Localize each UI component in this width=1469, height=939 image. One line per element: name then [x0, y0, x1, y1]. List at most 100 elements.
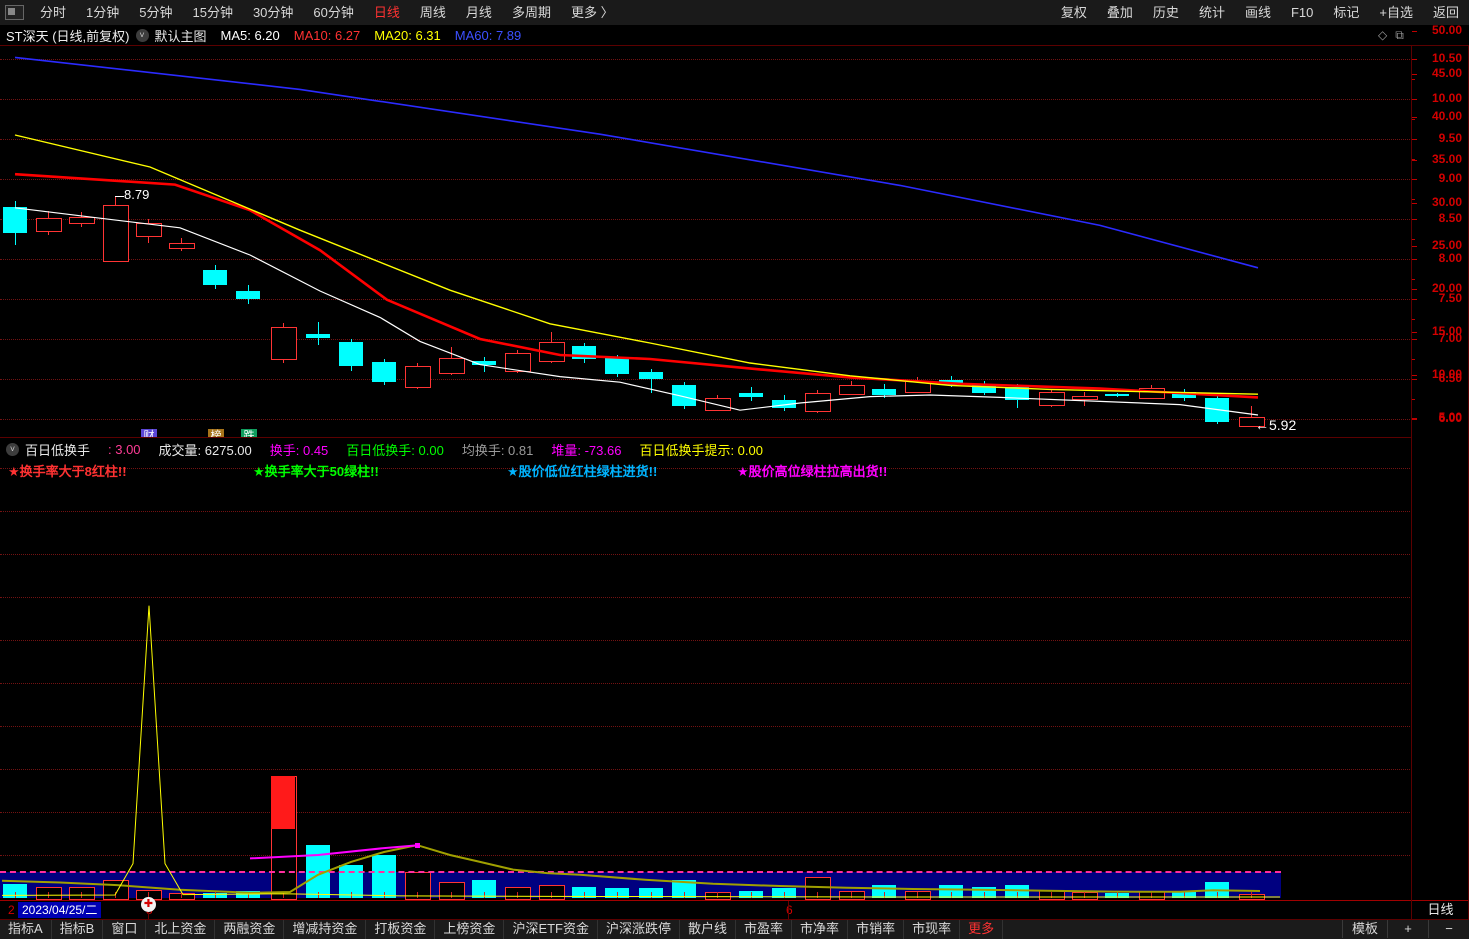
- price-gridline: [0, 219, 1412, 220]
- add-panel-button[interactable]: +: [1387, 920, 1428, 938]
- overlay-icon[interactable]: ⧉: [1395, 28, 1404, 43]
- period-item-15分钟[interactable]: 15分钟: [182, 0, 242, 25]
- chevron-down-icon[interactable]: ˅: [135, 28, 149, 42]
- price-tick-label: 10.00: [1431, 91, 1462, 105]
- turnover-bar: [1039, 890, 1065, 900]
- chart-lines: [1, 605, 1280, 898]
- tab-打板资金[interactable]: 打板资金: [366, 919, 436, 939]
- tab-增减持资金[interactable]: 增减持资金: [284, 919, 367, 939]
- action-F10[interactable]: F10: [1281, 0, 1323, 25]
- indicator-value-2: 换手: 0.45: [269, 442, 329, 458]
- period-item-周线[interactable]: 周线: [410, 0, 456, 25]
- x-axis-tick: [181, 892, 182, 898]
- month-marker-6: 6: [786, 903, 793, 917]
- peak-dot: [415, 843, 420, 849]
- ma-legend: MA5: 6.20 MA10: 6.27 MA20: 6.31 MA60: 7.89: [221, 25, 536, 45]
- action-叠加[interactable]: 叠加: [1097, 0, 1143, 25]
- period-item-5分钟[interactable]: 5分钟: [129, 0, 182, 25]
- turnover-bar: [169, 892, 195, 900]
- main-chart-label[interactable]: 默认主图: [155, 26, 207, 45]
- current-period-badge[interactable]: 日线: [1412, 901, 1469, 919]
- date-axis-bar[interactable]: 2023/04/25/二 256: [0, 901, 1412, 919]
- high-price-label: 8.79: [124, 186, 150, 202]
- price-tick-mark: [1412, 419, 1417, 420]
- x-axis-tick: [15, 892, 16, 898]
- period-item-多周期[interactable]: 多周期: [502, 0, 561, 25]
- turnover-tick-mark: [1412, 74, 1417, 75]
- tab-市销率[interactable]: 市销率: [848, 919, 905, 939]
- candle-body: [306, 334, 330, 339]
- period-item-更多 〉[interactable]: 更多 〉: [561, 0, 624, 25]
- action-历史[interactable]: 历史: [1143, 0, 1189, 25]
- period-item-分时[interactable]: 分时: [30, 0, 76, 25]
- x-axis-tick: [551, 892, 552, 898]
- tab-上榜资金[interactable]: 上榜资金: [435, 919, 505, 939]
- price-minor-tick: [1412, 319, 1415, 320]
- tab-北上资金[interactable]: 北上资金: [146, 919, 216, 939]
- remove-panel-button[interactable]: −: [1428, 920, 1469, 938]
- tab-沪深涨跌停[interactable]: 沪深涨跌停: [598, 919, 681, 939]
- event-tag-财[interactable]: 财: [141, 429, 157, 437]
- turnover-gridline: [0, 812, 1412, 813]
- tab-市现率[interactable]: 市现率: [904, 919, 961, 939]
- x-axis-tick: [248, 892, 249, 898]
- turnover-tick-label: 50.00: [1431, 23, 1462, 37]
- action-画线[interactable]: 画线: [1235, 0, 1281, 25]
- candle-body: [36, 218, 62, 233]
- turnover-gridline: [0, 511, 1412, 512]
- ma10-line: [14, 172, 1259, 399]
- candle-body: [103, 204, 129, 262]
- action-标记[interactable]: 标记: [1323, 0, 1369, 25]
- event-tag-跌[interactable]: 跌: [241, 429, 257, 437]
- tab-指标A[interactable]: 指标A: [0, 919, 52, 939]
- event-tag-榜[interactable]: 榜: [208, 429, 224, 437]
- period-item-日线[interactable]: 日线: [364, 0, 410, 25]
- turnover-tick-mark: [1412, 31, 1417, 32]
- candle-body: [339, 342, 363, 367]
- price-tick-label: 9.50: [1438, 131, 1462, 145]
- tab-沪深ETF资金[interactable]: 沪深ETF资金: [504, 919, 598, 939]
- frame-line-datebar-bottom: [0, 919, 1469, 920]
- x-axis-tick: [784, 892, 785, 898]
- turnover-tick-mark: [1412, 117, 1417, 118]
- period-item-60分钟[interactable]: 60分钟: [303, 0, 363, 25]
- signal-cross-icon: ✚: [141, 897, 156, 912]
- candle-body: [169, 243, 195, 249]
- tab-两融资金[interactable]: 两融资金: [215, 919, 285, 939]
- chevron-down-icon[interactable]: ˅: [6, 442, 19, 456]
- action-复权[interactable]: 复权: [1051, 0, 1097, 25]
- turnover-tick-label: 35.00: [1431, 152, 1462, 166]
- candle-body: [739, 392, 763, 397]
- turnover-gridline: [0, 726, 1412, 727]
- x-axis-tick: [517, 892, 518, 898]
- tab-散户线[interactable]: 散户线: [680, 919, 737, 939]
- main-price-chart[interactable]: 8.79 ←5.92 财 榜 跌: [0, 45, 1412, 437]
- x-axis-tick: [1051, 892, 1052, 898]
- ma5-line: [14, 207, 1259, 416]
- turnover-indicator-panel[interactable]: ˅ 百日低换手 : 3.00 成交量: 6275.00 换手: 0.45 百日低换手:…: [0, 437, 1412, 901]
- action-+自选[interactable]: +自选: [1369, 0, 1423, 25]
- tab-窗口[interactable]: 窗口: [103, 919, 147, 939]
- app-window-icon[interactable]: [5, 5, 24, 20]
- turnover-tick-label: 15.00: [1431, 324, 1462, 338]
- turnover-tick-label: 25.00: [1431, 238, 1462, 252]
- diamond-icon[interactable]: ◇: [1378, 28, 1387, 42]
- x-axis-tick: [1251, 892, 1252, 898]
- tab-市净率[interactable]: 市净率: [792, 919, 849, 939]
- price-gridline: [0, 419, 1412, 420]
- candle-body: [3, 207, 27, 233]
- price-minor-tick: [1412, 359, 1415, 360]
- template-button[interactable]: 模板: [1341, 920, 1387, 938]
- action-返回[interactable]: 返回: [1423, 0, 1469, 25]
- tab-指标B[interactable]: 指标B: [52, 919, 104, 939]
- toolbar-actions: 复权 叠加 历史 统计 画线 F10 标记 +自选 返回: [1051, 0, 1469, 25]
- period-item-月线[interactable]: 月线: [456, 0, 502, 25]
- turnover-tick-mark: [1412, 160, 1417, 161]
- action-统计[interactable]: 统计: [1189, 0, 1235, 25]
- tab-更多[interactable]: 更多: [960, 919, 1004, 939]
- x-axis-tick: [1084, 892, 1085, 898]
- period-item-30分钟[interactable]: 30分钟: [243, 0, 303, 25]
- candle-body: [1039, 391, 1065, 406]
- tab-市盈率[interactable]: 市盈率: [736, 919, 793, 939]
- period-item-1分钟[interactable]: 1分钟: [76, 0, 129, 25]
